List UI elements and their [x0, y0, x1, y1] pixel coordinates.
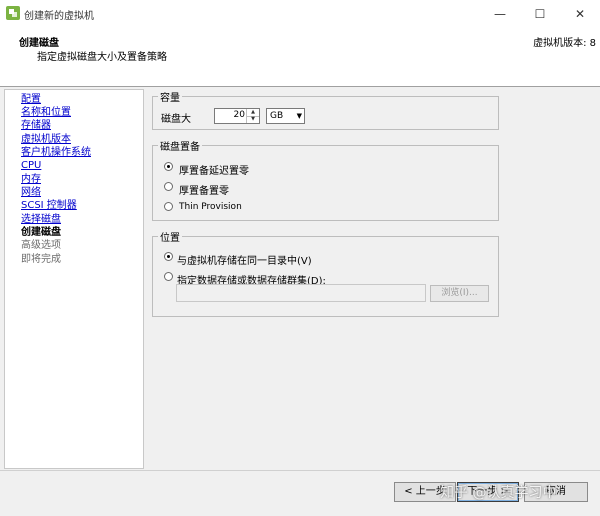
maximize-button[interactable]: ☐ [520, 0, 560, 28]
same-directory-radio[interactable] [164, 252, 173, 261]
chevron-down-icon[interactable]: ▼ [297, 112, 302, 120]
thick-eager-zeroed-radio[interactable] [164, 182, 173, 191]
vsphere-app-icon [6, 6, 20, 20]
minimize-button[interactable]: — [480, 0, 520, 28]
browse-button[interactable]: 浏览(I)... [430, 285, 489, 302]
nav-step-ready-to-complete: 即将完成 [21, 254, 61, 265]
nav-step-cpu[interactable]: CPU [21, 160, 41, 172]
nav-step-storage[interactable]: 存储器 [21, 120, 51, 132]
page-title: 创建磁盘 [19, 38, 59, 49]
nav-step-name-location[interactable]: 名称和位置 [21, 107, 71, 119]
disk-unit-select[interactable]: GB ▼ [266, 108, 305, 124]
disk-size-label: 磁盘大 [161, 114, 191, 125]
wizard-steps-nav: 配置 名称和位置 存储器 虚拟机版本 客户机操作系统 CPU 内存 网络 SCS… [4, 89, 144, 469]
close-button[interactable]: ✕ [560, 0, 600, 28]
spin-down-icon[interactable]: ▼ [247, 116, 259, 123]
watermark-text: 知乎 @认真学习中 [440, 485, 557, 501]
datastore-path-field[interactable] [176, 284, 426, 302]
nav-step-scsi-controller[interactable]: SCSI 控制器 [21, 200, 77, 212]
page-subtitle: 指定虚拟磁盘大小及置备策略 [37, 52, 167, 63]
nav-step-network[interactable]: 网络 [21, 187, 41, 199]
nav-step-config[interactable]: 配置 [21, 94, 41, 106]
nav-step-guest-os[interactable]: 客户机操作系统 [21, 147, 91, 159]
wizard-header: 创建磁盘 指定虚拟磁盘大小及置备策略 虚拟机版本: 8 [0, 28, 600, 87]
nav-step-memory[interactable]: 内存 [21, 174, 41, 186]
nav-step-create-disk: 创建磁盘 [21, 227, 61, 238]
thick-eager-zeroed-label[interactable]: 厚置备置零 [179, 182, 229, 197]
capacity-group: 容量 [152, 89, 499, 130]
specify-datastore-radio[interactable] [164, 272, 173, 281]
capacity-group-title: 容量 [158, 89, 182, 104]
same-directory-label[interactable]: 与虚拟机存储在同一目录中(V) [177, 252, 312, 267]
nav-step-advanced-options: 高级选项 [21, 240, 61, 251]
disk-size-stepper[interactable]: 20 ▲ ▼ [214, 108, 260, 124]
disk-size-value[interactable]: 20 [234, 110, 245, 120]
thin-provision-label[interactable]: Thin Provision [179, 202, 242, 212]
thin-provision-radio[interactable] [164, 202, 173, 211]
provisioning-group-title: 磁盘置备 [158, 138, 202, 153]
thick-lazy-zeroed-label[interactable]: 厚置备延迟置零 [179, 162, 249, 177]
thick-lazy-zeroed-radio[interactable] [164, 162, 173, 171]
disk-size-spin-buttons[interactable]: ▲ ▼ [246, 109, 259, 123]
vm-version-label: 虚拟机版本: 8 [533, 38, 596, 49]
disk-unit-value[interactable]: GB [270, 111, 283, 121]
location-group-title: 位置 [158, 229, 182, 244]
window-title: 创建新的虚拟机 [24, 11, 94, 22]
window-titlebar: 创建新的虚拟机 — ☐ ✕ [0, 0, 600, 28]
nav-step-vm-version[interactable]: 虚拟机版本 [21, 134, 71, 146]
nav-step-select-disk[interactable]: 选择磁盘 [21, 214, 61, 226]
